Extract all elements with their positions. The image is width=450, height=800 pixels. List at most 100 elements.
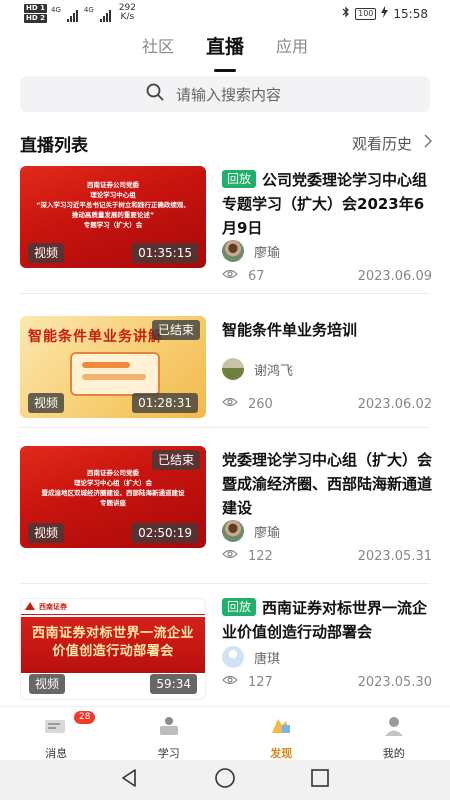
tab-community[interactable]: 社区 [142, 34, 174, 68]
duration-label: 01:28:31 [132, 393, 198, 413]
charging-icon [381, 6, 389, 21]
avatar [222, 520, 244, 542]
system-nav-bar [0, 760, 450, 800]
live-list-header: 直播列表 观看历史 [20, 130, 433, 156]
nav-label: 学习 [157, 747, 180, 760]
author: 谢鸿飞 [222, 358, 293, 380]
video-label: 视频 [28, 393, 65, 413]
author: 廖瑜 [222, 520, 280, 542]
sim1-label: HD 1 [24, 4, 47, 13]
message-count-badge: 28 [74, 711, 96, 724]
video-thumbnail[interactable]: 西南证券 西南证券对标世界一流企业 价值创造行动部署会 视频 59:34 [20, 598, 206, 700]
divider [20, 427, 430, 428]
nav-profile[interactable]: 我的 [338, 707, 450, 760]
author: 廖瑜 [222, 240, 280, 262]
item-title[interactable]: 回放 西南证券对标世界一流企业价值创造行动部署会 [222, 596, 432, 644]
item-title[interactable]: 党委理论学习中心组（扩大）会暨成渝经济圈、西部陆海新通道建设 [222, 448, 432, 520]
publish-date: 2023.06.09 [357, 268, 432, 284]
author-name: 唐琪 [254, 651, 281, 667]
avatar [222, 240, 244, 262]
search-input[interactable]: 请输入搜索内容 [20, 76, 430, 112]
view-count: 122 [248, 548, 273, 564]
item-title[interactable]: 智能条件单业务培训 [222, 318, 432, 342]
tab-live[interactable]: 直播 [206, 34, 244, 68]
thumbnail-logo: 西南证券 [21, 599, 205, 615]
item-title[interactable]: 回放 公司党委理论学习中心组专题学习（扩大）会2023年6月9日 [222, 168, 432, 240]
thumbnail-banner: 西南证券对标世界一流企业 价值创造行动部署会 [21, 617, 205, 673]
duration-label: 02:50:19 [132, 523, 198, 543]
duration-label: 01:35:15 [132, 243, 198, 263]
battery-icon: 100 [355, 7, 377, 20]
publish-date: 2023.06.02 [357, 396, 432, 412]
watch-history-link[interactable]: 观看历史 [351, 133, 433, 154]
sim2-label: HD 2 [24, 14, 47, 23]
view-count: 67 [248, 268, 265, 284]
eye-icon [222, 396, 238, 412]
author-name: 廖瑜 [254, 245, 281, 261]
recent-apps-icon[interactable] [310, 768, 330, 792]
nav-discover[interactable]: 发现 [225, 707, 338, 760]
ended-label: 已结束 [151, 320, 200, 340]
divider [20, 293, 430, 294]
duration-label: 59:34 [150, 674, 197, 694]
ended-label: 已结束 [151, 450, 200, 470]
avatar [222, 646, 244, 668]
back-icon[interactable] [120, 768, 140, 792]
study-icon [156, 715, 182, 741]
publish-date: 2023.05.31 [357, 548, 432, 564]
bluetooth-icon [342, 6, 350, 21]
item-meta: 122 2023.05.31 [222, 548, 432, 564]
item-meta: 260 2023.06.02 [222, 396, 432, 412]
watch-history-label: 观看历史 [351, 134, 412, 153]
eye-icon [222, 548, 238, 564]
author: 唐琪 [222, 646, 280, 668]
video-thumbnail[interactable]: 智能条件单业务讲解 已结束 视频 01:28:31 [20, 316, 206, 418]
item-meta: 127 2023.05.30 [222, 674, 432, 690]
home-icon[interactable] [214, 767, 236, 793]
network-speed: 292 K/s [118, 3, 136, 22]
status-bar: HD 1 HD 2 4G 4G 292 K/s 100 15:58 [0, 0, 450, 28]
nav-label: 发现 [270, 747, 293, 760]
clock: 15:58 [393, 6, 428, 21]
video-thumbnail[interactable]: 西南证券公司党委 理论学习中心组（扩大）会 暨成渝地区双城经济圈建设、西部陆海新… [20, 446, 206, 548]
publish-date: 2023.05.30 [357, 674, 432, 690]
author-name: 廖瑜 [254, 525, 281, 541]
nav-study[interactable]: 学习 [113, 707, 226, 760]
tab-apps[interactable]: 应用 [276, 34, 308, 68]
nav-messages[interactable]: 28 消息 [0, 707, 113, 760]
eye-icon [222, 674, 238, 690]
signal-icon: 4G 4G [51, 4, 111, 22]
chevron-right-icon [424, 134, 433, 152]
replay-tag: 回放 [222, 170, 257, 188]
video-thumbnail[interactable]: 西南证券公司党委 理论学习中心组 “深入学习习近平总书记关于树立和践行正确政绩观… [20, 166, 206, 268]
list-item[interactable]: 西南证券公司党委 理论学习中心组 “深入学习习近平总书记关于树立和践行正确政绩观… [0, 158, 450, 294]
item-meta: 67 2023.06.09 [222, 268, 432, 284]
video-label: 视频 [28, 523, 65, 543]
thumbnail-text: 西南证券对标世界一流企业 价值创造行动部署会 [31, 626, 194, 659]
nav-label: 消息 [45, 747, 68, 760]
message-icon [43, 715, 69, 741]
logo-icon [25, 601, 35, 612]
search-icon [146, 83, 164, 105]
sign-illustration [70, 352, 160, 396]
list-item[interactable]: 西南证券公司党委 理论学习中心组（扩大）会 暨成渝地区双城经济圈建设、西部陆海新… [0, 438, 450, 584]
bottom-nav: 28 消息 学习 发现 我的 [0, 706, 450, 760]
search-placeholder: 请输入搜索内容 [176, 85, 282, 104]
thumbnail-text: 西南证券公司党委 理论学习中心组（扩大）会 暨成渝地区双城经济圈建设、西部陆海新… [41, 469, 185, 507]
discover-icon [268, 715, 294, 741]
section-title: 直播列表 [20, 135, 88, 156]
network-type-1: 4G [50, 6, 61, 14]
network-type-2: 4G [83, 6, 94, 14]
view-count: 260 [248, 396, 273, 412]
top-tabs: 社区 直播 应用 [0, 34, 450, 68]
thumbnail-text: 西南证券公司党委 理论学习中心组 “深入学习习近平总书记关于树立和践行正确政绩观… [36, 181, 190, 229]
profile-icon [381, 715, 407, 741]
eye-icon [222, 268, 238, 284]
replay-tag: 回放 [222, 598, 257, 616]
avatar [222, 358, 244, 380]
view-count: 127 [248, 674, 273, 690]
divider [20, 583, 430, 584]
list-item[interactable]: 智能条件单业务讲解 已结束 视频 01:28:31 智能条件单业务培训 谢鸿飞 … [0, 308, 450, 444]
author-name: 谢鸿飞 [254, 363, 294, 379]
video-label: 视频 [29, 674, 66, 694]
